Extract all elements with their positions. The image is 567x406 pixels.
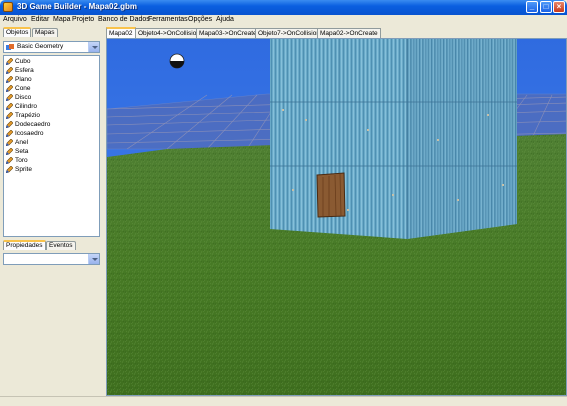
pencil-icon (6, 130, 13, 137)
tab-mapa02[interactable]: Mapa02 (106, 27, 136, 38)
geometry-category-value: Basic Geometry (17, 43, 64, 50)
tab-mapa03-oncreate[interactable]: Mapa03->OnCreate (196, 28, 260, 38)
menu-opcoes[interactable]: Opções (188, 16, 212, 23)
list-item[interactable]: Icosaedro (6, 129, 96, 138)
tab-eventos[interactable]: Eventos (46, 241, 76, 250)
list-item[interactable]: Dodecaedro (6, 120, 96, 129)
tab-objetos[interactable]: Objetos (3, 27, 32, 37)
door-object[interactable] (316, 172, 346, 218)
pencil-icon (6, 139, 13, 146)
pencil-icon (6, 148, 13, 155)
geometry-icon (6, 44, 14, 50)
pencil-icon (6, 76, 13, 83)
tab-mapa02-oncreate[interactable]: Mapa02->OnCreate (317, 28, 381, 38)
properties-panel: Propiedades Eventos (3, 237, 100, 394)
list-item[interactable]: Cubo (6, 57, 96, 66)
tab-objeto7-oncollision[interactable]: Objeto7->OnCollision (255, 28, 323, 38)
close-button[interactable]: × (553, 1, 565, 13)
chevron-down-icon[interactable] (88, 254, 99, 264)
tab-objeto4-oncollision[interactable]: Objeto4->OnCollision (135, 28, 203, 38)
title-bar: 3D Game Builder - Mapa02.gbm _ □ × (0, 0, 567, 15)
minimize-button[interactable]: _ (526, 1, 538, 13)
status-bar (0, 396, 567, 406)
menu-projeto[interactable]: Projeto (72, 16, 94, 23)
pencil-icon (6, 121, 13, 128)
left-panel: Objetos Mapas Basic Geometry Cubo Esfera… (2, 27, 102, 395)
pencil-icon (6, 58, 13, 65)
window-title: 3D Game Builder - Mapa02.gbm (17, 2, 138, 11)
list-item[interactable]: Cilindro (6, 102, 96, 111)
property-tabs: Propiedades Eventos (3, 240, 103, 250)
tab-propiedades[interactable]: Propiedades (3, 240, 46, 250)
pencil-icon (6, 157, 13, 164)
editor-tabs: Mapa02 Objeto4->OnCollision Mapa03->OnCr… (106, 27, 566, 38)
pencil-icon (6, 166, 13, 173)
menu-bar: Arquivo Editar Mapa Projeto Banco de Dad… (0, 15, 567, 26)
menu-editar[interactable]: Editar (31, 16, 49, 23)
list-item[interactable]: Esfera (6, 66, 96, 75)
object-tabs: Objetos Mapas (2, 27, 102, 37)
list-item[interactable]: Cone (6, 84, 96, 93)
pencil-icon (6, 67, 13, 74)
pencil-icon (6, 103, 13, 110)
pencil-icon (6, 94, 13, 101)
list-item[interactable]: Seta (6, 147, 96, 156)
building-cube[interactable] (270, 39, 517, 239)
property-select[interactable] (3, 253, 100, 265)
pencil-icon (6, 85, 13, 92)
chevron-down-icon[interactable] (88, 42, 99, 52)
menu-arquivo[interactable]: Arquivo (3, 16, 27, 23)
list-item[interactable]: Toro (6, 156, 96, 165)
pencil-icon (6, 112, 13, 119)
tab-mapas[interactable]: Mapas (32, 28, 58, 37)
3d-viewport[interactable] (106, 38, 567, 396)
list-item[interactable]: Disco (6, 93, 96, 102)
list-item[interactable]: Anel (6, 138, 96, 147)
menu-mapa[interactable]: Mapa (53, 16, 71, 23)
geometry-category-select[interactable]: Basic Geometry (3, 41, 100, 53)
menu-ajuda[interactable]: Ajuda (216, 16, 234, 23)
app-icon (3, 2, 13, 12)
list-item[interactable]: Sprite (6, 165, 96, 174)
menu-banco-de-dados[interactable]: Banco de Dados (98, 16, 150, 23)
object-list: Cubo Esfera Plano Cone Disco Cilindro Tr… (3, 55, 100, 237)
list-item[interactable]: Plano (6, 75, 96, 84)
sphere-object[interactable] (169, 53, 185, 69)
scene[interactable] (107, 39, 567, 396)
maximize-button[interactable]: □ (540, 1, 552, 13)
menu-ferramentas[interactable]: Ferramentas (148, 16, 188, 23)
list-item[interactable]: Trapézio (6, 111, 96, 120)
